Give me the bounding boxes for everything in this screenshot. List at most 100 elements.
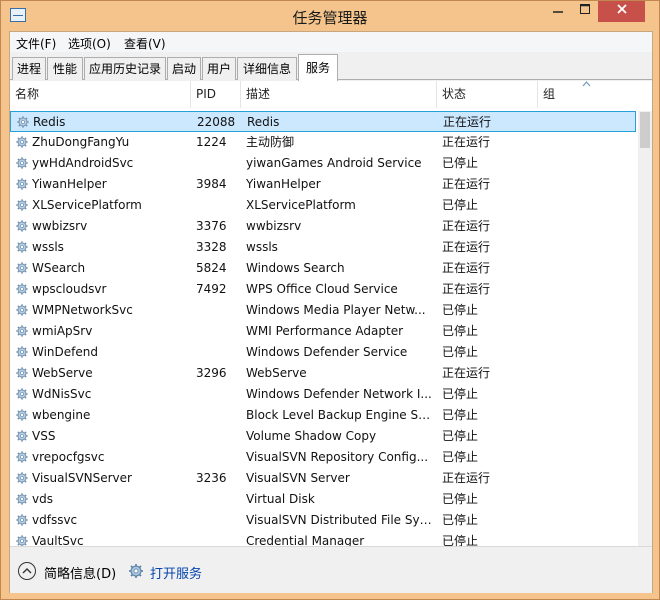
service-description: VisualSVN Server (246, 471, 350, 485)
footer-bar: 简略信息(D) 打开服务 (10, 546, 652, 593)
gear-icon (129, 564, 143, 578)
service-row[interactable]: Redis 22088 Redis 正在运行 (10, 111, 636, 132)
service-row[interactable]: wpscloudsvr 7492 WPS Office Cloud Service 正… (10, 279, 636, 300)
service-row[interactable]: XLServicePlatform XLServicePlatform 已停止 (10, 195, 636, 216)
service-gear-icon (16, 409, 28, 421)
vertical-scrollbar[interactable] (638, 111, 652, 546)
service-status: 已停止 (442, 345, 479, 359)
service-row[interactable]: WMPNetworkSvc Windows Media Player Netw..… (10, 300, 636, 321)
services-rows: Redis 22088 Redis 正在运行 ZhuDongFangYu 1224 主动防御… (10, 111, 638, 546)
service-status: 正在运行 (442, 219, 491, 233)
minimize-button[interactable] (544, 1, 571, 22)
service-pid (196, 195, 240, 216)
service-status: 已停止 (442, 198, 479, 212)
open-services-label: 打开服务 (150, 567, 203, 582)
maximize-button[interactable] (571, 1, 598, 22)
service-pid (196, 321, 240, 342)
service-name: vdfssvc (32, 513, 78, 527)
tab-details[interactable]: 详细信息 (237, 57, 297, 80)
service-status: 已停止 (442, 513, 479, 527)
service-name: WebServe (32, 366, 93, 380)
service-description: 主动防御 (246, 135, 295, 149)
close-button[interactable] (598, 1, 645, 22)
service-row[interactable]: VaultSvc Credential Manager 已停止 (10, 531, 636, 546)
title-bar[interactable]: 任务管理器 (1, 1, 659, 31)
menu-view[interactable]: 查看(V) (124, 35, 166, 52)
tab-users[interactable]: 用户 (202, 57, 236, 80)
service-row[interactable]: ywHdAndroidSvc yiwanGames Android Service… (10, 153, 636, 174)
service-name: WinDefend (32, 345, 98, 359)
service-status: 正在运行 (443, 115, 492, 129)
service-name: WdNisSvc (32, 387, 92, 401)
service-row[interactable]: WebServe 3296 WebServe 正在运行 (10, 363, 636, 384)
service-description: wwbizsrv (246, 219, 302, 233)
service-row[interactable]: wmiApSrv WMI Performance Adapter 已停止 (10, 321, 636, 342)
service-status: 已停止 (442, 387, 479, 401)
service-row[interactable]: wbengine Block Level Backup Engine Se... 已… (10, 405, 636, 426)
column-header-group[interactable]: 组 (538, 81, 652, 108)
column-header-pid[interactable]: PID (191, 81, 241, 108)
fewer-details-label: 简略信息(D) (44, 567, 117, 582)
service-gear-icon (16, 325, 28, 337)
service-row[interactable]: YiwanHelper 3984 YiwanHelper 正在运行 (10, 174, 636, 195)
service-name: wwbizsrv (32, 219, 88, 233)
service-status: 已停止 (442, 450, 479, 464)
service-status: 正在运行 (442, 135, 491, 149)
service-name: XLServicePlatform (32, 198, 142, 212)
service-status: 已停止 (442, 156, 479, 170)
close-icon (616, 4, 627, 14)
service-row[interactable]: WdNisSvc Windows Defender Network I... 已停止 (10, 384, 636, 405)
service-status: 正在运行 (442, 240, 491, 254)
service-pid (196, 342, 240, 363)
service-description: YiwanHelper (246, 177, 321, 191)
service-gear-icon (16, 241, 28, 253)
service-pid (196, 489, 240, 510)
scrollbar-thumb[interactable] (640, 112, 650, 148)
menu-options[interactable]: 选项(O) (68, 35, 111, 52)
service-row[interactable]: vrepocfgsvc VisualSVN Repository Config..… (10, 447, 636, 468)
service-pid: 7492 (196, 282, 227, 296)
service-description: Block Level Backup Engine Se... (246, 408, 432, 422)
task-manager-window: 任务管理器 文件(F) 选项(O) 查看(V) 进程 性能 应用历史记录 启动 … (0, 0, 660, 600)
service-pid: 3328 (196, 240, 227, 254)
service-pid: 3296 (196, 366, 227, 380)
service-pid (196, 447, 240, 468)
service-name: wssls (32, 240, 64, 254)
column-header-description[interactable]: 描述 (241, 81, 437, 108)
service-row[interactable]: VSS Volume Shadow Copy 已停止 (10, 426, 636, 447)
tab-app-history[interactable]: 应用历史记录 (84, 57, 166, 80)
menu-bar: 文件(F) 选项(O) 查看(V) (10, 32, 652, 52)
service-status: 已停止 (442, 492, 479, 506)
service-status: 正在运行 (442, 177, 491, 191)
service-status: 正在运行 (442, 366, 491, 380)
service-gear-icon (16, 178, 28, 190)
chevron-up-circle-icon (18, 562, 36, 580)
client-area: 文件(F) 选项(O) 查看(V) 进程 性能 应用历史记录 启动 用户 详细信… (9, 31, 653, 593)
service-description: Virtual Disk (246, 492, 315, 506)
service-gear-icon (16, 262, 28, 274)
service-status: 已停止 (442, 534, 479, 546)
column-header-name[interactable]: 名称 (10, 81, 191, 108)
service-row[interactable]: WinDefend Windows Defender Service 已停止 (10, 342, 636, 363)
service-gear-icon (16, 514, 28, 526)
service-row[interactable]: VisualSVNServer 3236 VisualSVN Server 正在运行 (10, 468, 636, 489)
services-list: 名称 PID 描述 状态 组 Redis 22088 Redis 正在运行 ZhuDon… (10, 81, 652, 546)
service-description: XLServicePlatform (246, 198, 356, 212)
service-description: wssls (246, 240, 278, 254)
service-name: VaultSvc (32, 534, 84, 546)
tab-startup[interactable]: 启动 (167, 57, 201, 80)
menu-file[interactable]: 文件(F) (16, 35, 56, 52)
service-gear-icon (16, 535, 28, 546)
service-row[interactable]: vdfssvc VisualSVN Distributed File Sys...… (10, 510, 636, 531)
tab-services[interactable]: 服务 (298, 54, 338, 81)
service-row[interactable]: vds Virtual Disk 已停止 (10, 489, 636, 510)
tab-performance[interactable]: 性能 (47, 57, 83, 80)
service-row[interactable]: ZhuDongFangYu 1224 主动防御 正在运行 (10, 132, 636, 153)
column-header-status[interactable]: 状态 (437, 81, 538, 108)
tab-processes[interactable]: 进程 (12, 57, 46, 80)
service-row[interactable]: wssls 3328 wssls 正在运行 (10, 237, 636, 258)
service-name: vrepocfgsvc (32, 450, 105, 464)
service-row[interactable]: WSearch 5824 Windows Search 正在运行 (10, 258, 636, 279)
service-gear-icon (16, 493, 28, 505)
service-row[interactable]: wwbizsrv 3376 wwbizsrv 正在运行 (10, 216, 636, 237)
